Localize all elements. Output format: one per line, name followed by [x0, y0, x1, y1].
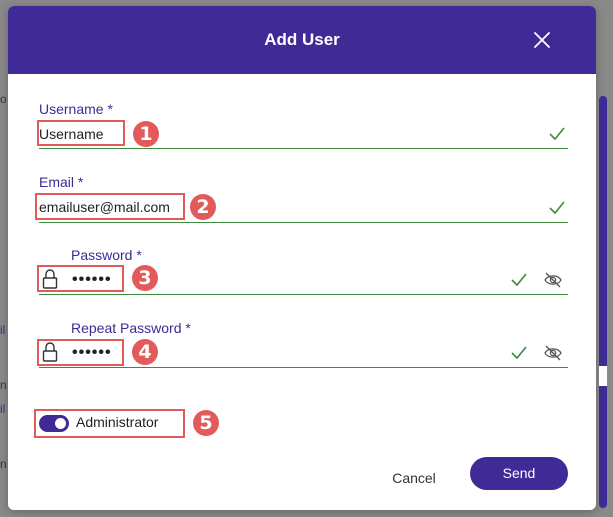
email-label: Email * — [39, 174, 84, 190]
check-icon — [511, 273, 527, 287]
background-text: o — [0, 92, 7, 106]
step-marker: 5 — [193, 410, 219, 436]
step-highlight-username — [37, 120, 125, 146]
eye-slash-icon[interactable] — [543, 271, 563, 289]
cancel-button[interactable]: Cancel — [374, 462, 454, 494]
step-highlight-email — [35, 193, 185, 220]
step-marker: 4 — [132, 339, 158, 365]
eye-slash-icon[interactable] — [543, 344, 563, 362]
username-label: Username * — [39, 101, 113, 117]
email-underline — [39, 222, 568, 223]
step-marker: 1 — [133, 121, 159, 147]
background-text: il — [0, 402, 6, 416]
step-marker: 2 — [190, 194, 216, 220]
dialog-header: Add User — [8, 6, 596, 74]
repeat-password-label: Repeat Password * — [71, 320, 191, 336]
password-underline — [39, 294, 568, 295]
send-button[interactable]: Send — [470, 457, 568, 490]
repeat-password-underline — [39, 367, 568, 368]
step-highlight-repeat-password — [37, 339, 124, 366]
step-marker: 3 — [132, 265, 158, 291]
dialog-title: Add User — [264, 30, 340, 49]
background-text: il — [0, 323, 6, 337]
check-icon — [549, 127, 565, 141]
password-label: Password * — [71, 247, 142, 263]
close-button[interactable] — [530, 28, 554, 52]
step-highlight-password — [37, 265, 124, 292]
scrollbar-thumb[interactable] — [599, 366, 607, 386]
close-icon — [534, 32, 550, 48]
background-text: n — [0, 378, 7, 392]
step-highlight-administrator — [34, 409, 185, 438]
scrollbar[interactable] — [599, 96, 607, 508]
add-user-dialog: Add User Username * Username 1 Email * e… — [8, 6, 596, 510]
check-icon — [511, 346, 527, 360]
username-underline — [39, 148, 568, 149]
background-text: n — [0, 457, 7, 471]
check-icon — [549, 201, 565, 215]
